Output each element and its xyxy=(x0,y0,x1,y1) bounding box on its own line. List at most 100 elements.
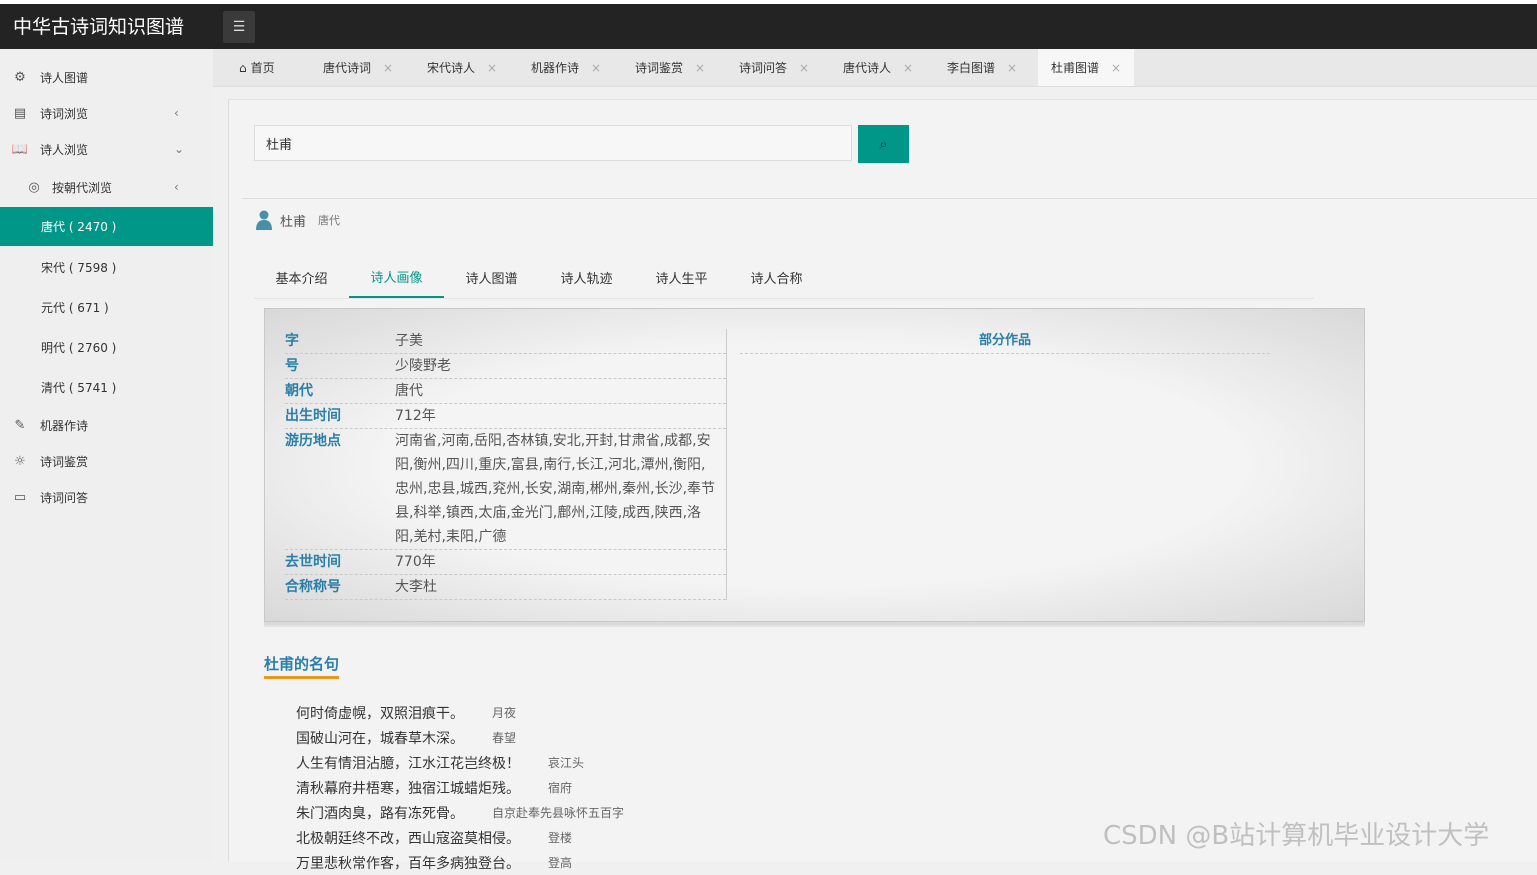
tab-tang-poems[interactable]: 唐代诗词 × xyxy=(323,49,393,86)
sidebar-item-label: 诗人图谱 xyxy=(40,70,89,85)
network-icon: ⚙ xyxy=(14,69,26,85)
sidebar-item-label: 明代 ( 2760 ) xyxy=(41,340,117,355)
tab-song-poets[interactable]: 宋代诗人 × xyxy=(427,49,497,86)
quote-source[interactable]: 登楼 xyxy=(548,829,572,846)
tab-label: 首页 xyxy=(250,61,275,75)
info-key: 朝代 xyxy=(285,383,313,399)
search-button[interactable]: ⌕ xyxy=(858,125,909,163)
tab-poet-titles[interactable]: 诗人合称 xyxy=(729,257,824,297)
quote-item: 北极朝廷终不改，西山寇盗莫相侵。 登楼 xyxy=(296,825,624,850)
tab-qa[interactable]: 诗词问答 × xyxy=(739,49,809,86)
sidebar-item-machine-poetry[interactable]: ✎ 机器作诗 xyxy=(0,407,213,443)
chevron-left-icon: ‹ xyxy=(174,180,179,194)
sidebar-item-appreciation[interactable]: ☼ 诗词鉴赏 xyxy=(0,443,213,479)
tab-appreciation[interactable]: 诗词鉴赏 × xyxy=(635,49,705,86)
tab-bar: ⌂ 首页 唐代诗词 × 宋代诗人 × 机器作诗 × 诗词鉴赏 × 诗词问答 × … xyxy=(213,49,1537,87)
tab-label: 诗人画像 xyxy=(370,271,423,286)
close-icon[interactable]: × xyxy=(1111,61,1121,75)
tab-label: 李白图谱 xyxy=(947,61,996,75)
info-value: 河南省,河南,岳阳,杏林镇,安北,开封,甘肃省,成都,安阳,衡州,四川,重庆,富… xyxy=(395,433,716,545)
sidebar-item-poem-browse[interactable]: ▤ 诗词浏览 ‹ xyxy=(0,95,213,131)
tab-label: 机器作诗 xyxy=(531,61,580,75)
quote-text: 清秋幕府井梧寒，独宿江城蜡炬残。 xyxy=(296,780,520,797)
info-value: 770年 xyxy=(395,554,436,570)
tab-label: 诗人图谱 xyxy=(465,271,518,287)
search-input[interactable] xyxy=(254,125,852,161)
sidebar-item-by-dynasty[interactable]: ◎ 按朝代浏览 ‹ xyxy=(0,169,213,205)
sidebar-item-poet-browse[interactable]: 📖 诗人浏览 ⌄ xyxy=(0,131,213,167)
tab-poet-graph[interactable]: 诗人图谱 xyxy=(444,257,539,297)
tab-label: 基本介绍 xyxy=(275,271,328,287)
user-circle-icon: ◎ xyxy=(28,179,40,195)
book-icon: 📖 xyxy=(11,141,29,157)
app-title: 中华古诗词知识图谱 xyxy=(13,16,185,38)
watermark: CSDN @B站计算机毕业设计大学 xyxy=(1103,821,1490,851)
chevron-left-icon: ‹ xyxy=(174,106,179,120)
quote-item: 何时倚虚幌，双照泪痕干。 月夜 xyxy=(296,700,624,725)
close-icon[interactable]: × xyxy=(1007,61,1017,75)
poet-header: 杜甫 唐代 xyxy=(256,210,340,230)
quote-text: 万里悲秋常作客，百年多病独登台。 xyxy=(296,855,520,872)
main-content: ⌕ 杜甫 唐代 基本介绍 诗人画像 诗人图谱 诗人轨迹 诗人生平 诗人合称 字 … xyxy=(228,99,1537,872)
quote-source[interactable]: 宿府 xyxy=(548,779,572,796)
close-icon[interactable]: × xyxy=(903,61,913,75)
document-icon: ▤ xyxy=(13,105,27,121)
sidebar-item-qing[interactable]: 清代 ( 5741 ) xyxy=(0,369,213,405)
quotes-title: 杜甫的名句 xyxy=(264,653,340,679)
info-key: 出生时间 xyxy=(285,408,341,424)
sidebar-item-label: 机器作诗 xyxy=(40,418,89,433)
poet-name: 杜甫 xyxy=(280,214,307,230)
tab-home[interactable]: ⌂ 首页 xyxy=(239,49,275,86)
tab-poet-portrait[interactable]: 诗人画像 xyxy=(349,257,444,298)
poet-portrait-card: 字 子美 号 少陵野老 朝代 唐代 出生时间 712年 游历地点 河南省,河南,… xyxy=(264,308,1365,622)
tab-basic-intro[interactable]: 基本介绍 xyxy=(254,257,349,297)
quote-item: 国破山河在，城春草木深。 春望 xyxy=(296,725,624,750)
info-table: 字 子美 号 少陵野老 朝代 唐代 出生时间 712年 游历地点 河南省,河南,… xyxy=(285,329,727,600)
tab-libai-graph[interactable]: 李白图谱 × xyxy=(947,49,1017,86)
close-icon[interactable]: × xyxy=(591,61,601,75)
sidebar-item-poet-graph[interactable]: ⚙ 诗人图谱 xyxy=(0,59,213,95)
info-key: 合称称号 xyxy=(285,579,341,595)
sidebar-item-label: 宋代 ( 7598 ) xyxy=(41,260,117,275)
quote-source[interactable]: 自京赴奉先县咏怀五百字 xyxy=(492,804,624,821)
tab-label: 诗词问答 xyxy=(739,61,788,75)
tab-label: 诗人合称 xyxy=(750,271,803,287)
close-icon[interactable]: × xyxy=(383,61,393,75)
sidebar-item-qa[interactable]: ▭ 诗词问答 xyxy=(0,479,213,515)
sidebar-item-label: 诗词鉴赏 xyxy=(40,454,89,469)
tab-dufu-graph[interactable]: 杜甫图谱 × xyxy=(1038,49,1135,86)
tab-tang-poets[interactable]: 唐代诗人 × xyxy=(843,49,913,86)
sidebar-item-label: 按朝代浏览 xyxy=(52,180,113,195)
tab-label: 诗人生平 xyxy=(655,271,708,287)
quote-source[interactable]: 月夜 xyxy=(492,704,516,721)
sidebar-item-song[interactable]: 宋代 ( 7598 ) xyxy=(0,249,213,285)
quote-text: 人生有情泪沾臆，江水江花岂终极！ xyxy=(296,755,520,772)
top-bar: 中华古诗词知识图谱 ☰ xyxy=(0,0,1537,49)
info-value: 子美 xyxy=(395,333,423,349)
sidebar-item-yuan[interactable]: 元代 ( 671 ) xyxy=(0,289,213,325)
tab-label: 杜甫图谱 xyxy=(1051,61,1100,75)
close-icon[interactable]: × xyxy=(695,61,705,75)
quote-source[interactable]: 哀江头 xyxy=(548,754,584,771)
poet-dynasty: 唐代 xyxy=(318,214,341,227)
info-row: 去世时间 770年 xyxy=(285,550,726,575)
quote-item: 清秋幕府井梧寒，独宿江城蜡炬残。 宿府 xyxy=(296,775,624,800)
info-key: 号 xyxy=(285,358,299,374)
info-row: 字 子美 xyxy=(285,329,726,354)
tab-poet-life[interactable]: 诗人生平 xyxy=(634,257,729,297)
sidebar-item-label: 元代 ( 671 ) xyxy=(41,300,109,315)
works-title: 部分作品 xyxy=(740,329,1270,354)
menu-icon[interactable]: ☰ xyxy=(223,11,255,43)
sidebar-item-ming[interactable]: 明代 ( 2760 ) xyxy=(0,329,213,365)
quote-text: 北极朝廷终不改，西山寇盗莫相侵。 xyxy=(296,830,520,847)
tab-poet-trail[interactable]: 诗人轨迹 xyxy=(539,257,634,297)
quote-source[interactable]: 春望 xyxy=(492,729,516,746)
info-row: 出生时间 712年 xyxy=(285,404,726,429)
sidebar-item-label: 诗人浏览 xyxy=(40,142,89,157)
sidebar-item-tang[interactable]: 唐代 ( 2470 ) xyxy=(0,207,213,246)
quote-source[interactable]: 登高 xyxy=(548,854,572,871)
info-key: 去世时间 xyxy=(285,554,341,570)
close-icon[interactable]: × xyxy=(487,61,497,75)
close-icon[interactable]: × xyxy=(799,61,809,75)
tab-machine-poetry[interactable]: 机器作诗 × xyxy=(531,49,601,86)
